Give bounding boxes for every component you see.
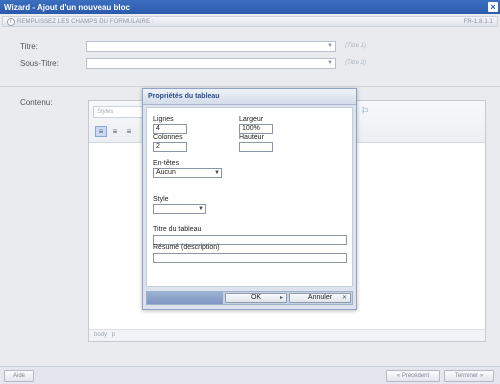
close-icon: ✕ [341,295,347,301]
annuler-button[interactable]: Annuler ✕ [289,293,351,303]
styles-dropdown[interactable]: Styles [93,106,145,118]
arrow-right-icon: ▸ [279,295,283,301]
largeur-input[interactable]: 100% [239,124,273,134]
entetes-value: Aucun [156,169,176,176]
contenu-label: Contenu: [20,98,53,107]
resume-label: Résumé (description) [153,244,220,251]
soustitre-field[interactable]: ▼ [86,58,336,69]
titre-tableau-label: Titre du tableau [153,226,202,233]
info-icon: i [7,18,15,26]
ok-button[interactable]: OK ▸ [225,293,287,303]
table-properties-dialog: Propriétés du tableau Lignes 4 Largeur 1… [142,88,357,310]
colonnes-label: Colonnes [153,134,183,141]
flag-icon[interactable]: ⚐ [361,106,369,117]
resume-input[interactable] [153,253,347,263]
ok-label: OK [250,294,262,301]
form-area: Titre: ▼ (Titre 1) Sous-Titre: ▼ (Titre … [0,30,500,90]
style-label: Style [153,196,169,203]
instruction-strip: i REMPLISSEZ LES CHAMPS DU FORMULAIRE : … [2,16,498,27]
aide-button[interactable]: Aide [4,370,34,382]
window-title: Wizard - Ajout d'un nouveau bloc [4,2,130,12]
dialog-body: Lignes 4 Largeur 100% Colonnes 2 Hauteur… [146,107,353,287]
close-icon[interactable]: × [488,2,498,12]
dialog-footer: OK ▸ Annuler ✕ [146,291,353,305]
colonnes-input[interactable]: 2 [153,142,187,152]
wizard-footer: Aide « Précédent Terminer » [0,366,500,384]
footer-stripe [147,292,223,304]
entetes-select[interactable]: Aucun ▼ [153,168,222,178]
soustitre-label: Sous-Titre: [20,59,59,68]
dialog-title: Propriétés du tableau [143,89,356,105]
style-select[interactable]: ▼ [153,204,206,214]
chevron-down-icon[interactable]: ▼ [214,169,220,177]
version-label: FR-1.8.1.1 [463,18,493,25]
terminer-button[interactable]: Terminer » [444,370,494,382]
annuler-label: Annuler [307,294,333,301]
hauteur-label: Hauteur [239,134,264,141]
titre-label: Titre: [20,42,38,51]
titre-hint: (Titre 1) [345,43,366,49]
align-left-icon[interactable]: ≡ [95,126,107,137]
chevron-down-icon[interactable]: ▼ [326,59,334,68]
soustitre-hint: (Titre 2) [345,60,366,66]
lignes-label: Lignes [153,116,174,123]
chevron-down-icon[interactable]: ▼ [326,42,334,51]
precedent-button[interactable]: « Précédent [386,370,440,382]
hauteur-input[interactable] [239,142,273,152]
divider [0,86,500,87]
titre-field[interactable]: ▼ [86,41,336,52]
lignes-input[interactable]: 4 [153,124,187,134]
editor-statusbar: body p [89,329,485,341]
window-titlebar: Wizard - Ajout d'un nouveau bloc × [0,0,500,14]
chevron-down-icon[interactable]: ▼ [198,205,204,213]
largeur-label: Largeur [239,116,264,123]
align-center-icon[interactable]: ≡ [109,126,121,137]
entetes-label: En-têtes [153,160,180,167]
instruction-text: REMPLISSEZ LES CHAMPS DU FORMULAIRE : [17,18,154,25]
align-justify-icon[interactable]: ≡ [123,126,135,137]
